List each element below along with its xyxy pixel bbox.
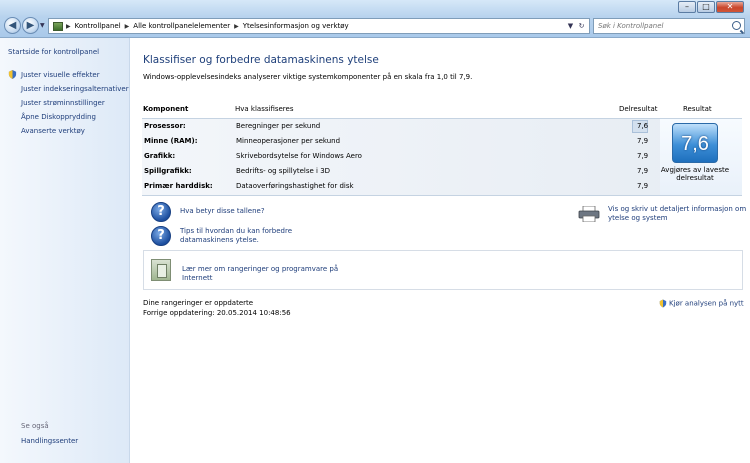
sidebar-item-power[interactable]: Juster strøminnstillinger — [21, 99, 105, 107]
sidebar-item-advanced-tools[interactable]: Avanserte verktøy — [21, 127, 85, 135]
breadcrumb-separator-icon[interactable]: ▶ — [234, 23, 239, 30]
breadcrumb-ytelse[interactable]: Ytelsesinformasjon og verktøy — [243, 22, 349, 30]
table-header: Komponent Hva klassifiseres Delresultat … — [142, 104, 742, 118]
page-intro: Windows-opplevelsesindeks analyserer vik… — [143, 73, 473, 81]
search-placeholder: Søk i Kontrollpanel — [598, 22, 664, 30]
control-panel-icon — [53, 21, 63, 31]
breadcrumb-alle-elementer[interactable]: Alle kontrollpanelelementer — [133, 22, 230, 30]
address-actions: ▼ ↻ — [565, 21, 587, 31]
uac-shield-icon — [8, 70, 17, 79]
rerun-label: Kjør analysen på nytt — [669, 299, 744, 308]
row-what: Skrivebordsytelse for Windows Aero — [236, 152, 362, 160]
row-what: Bedrifts- og spillytelse i 3D — [236, 167, 331, 175]
table-row: Grafikk: Skrivebordsytelse for Windows A… — [142, 149, 660, 164]
row-what: Minneoperasjoner per sekund — [236, 137, 341, 145]
base-score-badge: 7,6 — [672, 123, 718, 163]
help-question-icon: ? — [151, 226, 171, 246]
forward-button[interactable]: ▶ — [22, 17, 39, 34]
address-bar[interactable]: ▶ Kontrollpanel ▶ Alle kontrollpanelelem… — [48, 18, 590, 34]
main-content: Klassifiser og forbedre datamaskinens yt… — [130, 38, 750, 463]
row-component: Grafikk: — [144, 152, 176, 160]
header-subscore: Delresultat — [619, 105, 658, 113]
sidebar-home-link[interactable]: Startside for kontrollpanel — [8, 48, 99, 56]
row-score: 7,9 — [637, 167, 649, 175]
base-score-panel: 7,6 Avgjøres av laveste delresultat — [660, 119, 742, 195]
maximize-button[interactable]: □ — [697, 1, 715, 13]
row-component: Primær harddisk: — [144, 182, 213, 190]
base-score-caption: Avgjøres av laveste delresultat — [660, 166, 730, 182]
refresh-icon[interactable]: ↻ — [576, 21, 587, 31]
sidebar-item-visual-effects[interactable]: Juster visuelle effekter — [21, 71, 100, 79]
history-dropdown-icon[interactable]: ▼ — [40, 22, 45, 29]
header-result: Resultat — [683, 105, 712, 113]
printer-icon — [578, 206, 600, 222]
detailed-info-link[interactable]: Vis og skriv ut detaljert informasjon om… — [608, 205, 748, 223]
arrow-right-icon: ▶ — [26, 20, 35, 31]
score-table: Komponent Hva klassifiseres Delresultat … — [142, 104, 742, 196]
sidebar-item-disk-cleanup[interactable]: Åpne Diskopprydding — [21, 113, 96, 121]
table-row: Spillgrafikk: Bedrifts- og spillytelse i… — [142, 164, 660, 179]
header-what: Hva klassifiseres — [235, 105, 294, 113]
address-dropdown-icon[interactable]: ▼ — [565, 21, 576, 31]
software-box-icon — [151, 259, 171, 281]
sidebar: Startside for kontrollpanel Juster visue… — [0, 38, 130, 463]
online-info-link[interactable]: Lær mer om rangeringer og programvare på… — [182, 265, 352, 283]
what-numbers-link[interactable]: Hva betyr disse tallene? — [180, 207, 265, 216]
search-icon[interactable] — [732, 21, 741, 30]
arrow-left-icon: ◀ — [8, 20, 17, 31]
status-last-update: Forrige oppdatering: 20.05.2014 10:48:56 — [143, 309, 291, 317]
row-what: Dataoverføringshastighet for disk — [236, 182, 354, 190]
row-component: Spillgrafikk: — [144, 167, 192, 175]
see-also-label: Se også — [21, 422, 49, 430]
window-controls: – □ ✕ — [677, 1, 744, 15]
breadcrumb-kontrollpanel[interactable]: Kontrollpanel — [75, 22, 121, 30]
close-button[interactable]: ✕ — [716, 1, 744, 13]
table-body: Prosessor: Beregninger per sekund 7,6 Mi… — [142, 118, 742, 196]
online-info-box[interactable]: Lær mer om rangeringer og programvare på… — [143, 250, 743, 290]
sidebar-item-action-center[interactable]: Handlingssenter — [21, 437, 78, 445]
minimize-button[interactable]: – — [678, 1, 696, 13]
row-score: 7,9 — [637, 137, 649, 145]
row-score: 7,6 — [637, 122, 649, 130]
title-bar: – □ ✕ ◀ ▶ ▼ ▶ Kontrollpanel ▶ Alle kontr… — [0, 0, 750, 38]
status-uptodate: Dine rangeringer er oppdaterte — [143, 299, 254, 307]
breadcrumb-separator-icon[interactable]: ▶ — [125, 23, 130, 30]
table-row: Primær harddisk: Dataoverføringshastighe… — [142, 179, 660, 194]
header-component: Komponent — [143, 105, 189, 113]
search-input[interactable]: Søk i Kontrollpanel — [593, 18, 745, 34]
sidebar-item-indexing[interactable]: Juster indekseringsalternativer — [21, 85, 129, 93]
page-title: Klassifiser og forbedre datamaskinens yt… — [143, 54, 379, 66]
improve-tips-link[interactable]: Tips til hvordan du kan forbedre datamas… — [180, 227, 300, 245]
uac-shield-icon — [659, 299, 667, 308]
back-button[interactable]: ◀ — [4, 17, 21, 34]
breadcrumb-separator-icon[interactable]: ▶ — [66, 23, 71, 30]
row-score: 7,9 — [637, 152, 649, 160]
row-component: Minne (RAM): — [144, 137, 198, 145]
help-question-icon: ? — [151, 202, 171, 222]
row-what: Beregninger per sekund — [236, 122, 321, 130]
table-row: Minne (RAM): Minneoperasjoner per sekund… — [142, 134, 660, 149]
row-component: Prosessor: — [144, 122, 186, 130]
rerun-assessment-link[interactable]: Kjør analysen på nytt — [659, 299, 744, 308]
table-row: Prosessor: Beregninger per sekund 7,6 — [142, 119, 660, 134]
row-score: 7,9 — [637, 182, 649, 190]
